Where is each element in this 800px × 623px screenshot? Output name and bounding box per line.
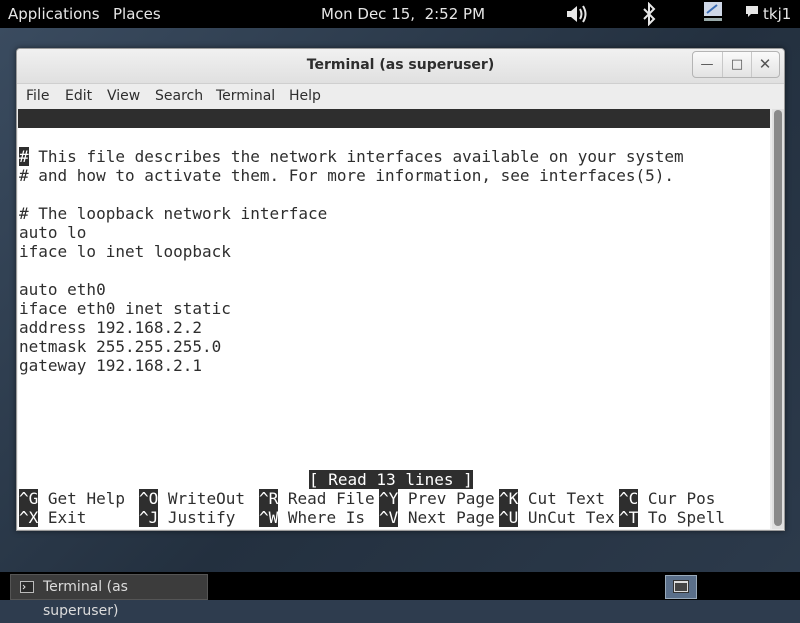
window-controls: — □ ✕	[692, 51, 780, 78]
shortcut-get-help[interactable]: ^G Get Help	[19, 489, 125, 508]
taskbar-item-terminal[interactable]: Terminal (as superuser)	[10, 574, 208, 619]
scrollbar[interactable]	[772, 109, 784, 529]
minimize-button[interactable]: —	[693, 52, 721, 77]
file-line: auto lo	[19, 223, 87, 242]
shortcut-justify[interactable]: ^J Justify	[139, 508, 235, 527]
user-menu[interactable]: tkj1	[763, 5, 791, 23]
places-menu[interactable]: Places	[113, 5, 161, 23]
workspace-window-icon	[673, 580, 689, 593]
menu-terminal[interactable]: Terminal	[216, 88, 275, 104]
file-line: # and how to activate them. For more inf…	[19, 166, 675, 185]
file-line: # The loopback network interface	[19, 204, 328, 223]
file-line: netmask 255.255.255.0	[19, 337, 222, 356]
menu-edit[interactable]: Edit	[65, 88, 92, 104]
network-tool-icon[interactable]	[703, 1, 723, 21]
bottom-panel: Terminal (as superuser)	[0, 572, 800, 619]
status-message: [ Read 13 lines ]	[309, 470, 473, 489]
shortcut-writeout[interactable]: ^O WriteOut	[139, 489, 245, 508]
file-line: iface eth0 inet static	[19, 299, 231, 318]
file-line: # This file describes the network interf…	[19, 147, 684, 166]
shortcut-read-file[interactable]: ^R Read File	[259, 489, 375, 508]
menubar: File Edit View Search Terminal Help	[17, 84, 784, 108]
shortcut-next-page[interactable]: ^V Next Page	[379, 508, 495, 527]
terminal-window: Terminal (as superuser) — □ ✕ File Edit …	[16, 48, 785, 531]
clock[interactable]: Mon Dec 15, 2:52 PM	[321, 5, 485, 23]
applications-menu[interactable]: Applications	[8, 5, 100, 23]
menu-help[interactable]: Help	[289, 88, 321, 104]
file-line: address 192.168.2.2	[19, 318, 203, 337]
window-titlebar[interactable]: Terminal (as superuser) — □ ✕	[17, 49, 784, 84]
window-title: Terminal (as superuser)	[306, 57, 495, 73]
top-panel: Applications Places Mon Dec 15, 2:52 PM …	[0, 0, 800, 28]
text-cursor: #	[19, 147, 29, 166]
file-line: gateway 192.168.2.1	[19, 356, 203, 375]
nano-version: GNU nano 2.2.6	[38, 128, 173, 147]
shortcut-to-spell[interactable]: ^T To Spell	[619, 508, 725, 527]
workspace-switcher[interactable]	[665, 575, 697, 599]
shortcut-prev-page[interactable]: ^Y Prev Page	[379, 489, 495, 508]
chat-icon[interactable]	[745, 5, 759, 23]
close-button[interactable]: ✕	[751, 52, 779, 77]
menu-view[interactable]: View	[107, 88, 140, 104]
taskbar-item-label: Terminal (as superuser)	[43, 579, 128, 619]
scrollbar-thumb[interactable]	[774, 110, 782, 526]
shortcut-exit[interactable]: ^X Exit	[19, 508, 86, 527]
volume-icon[interactable]	[565, 3, 589, 23]
shortcut-uncut-text[interactable]: ^U UnCut Tex	[499, 508, 615, 527]
terminal-content[interactable]: GNU nano 2.2.6 File: /etc/network/interf…	[18, 109, 770, 529]
menu-search[interactable]: Search	[155, 88, 203, 104]
shortcut-cut-text[interactable]: ^K Cut Text	[499, 489, 605, 508]
file-line: auto eth0	[19, 280, 106, 299]
maximize-button[interactable]: □	[722, 52, 752, 77]
file-line: iface lo inet loopback	[19, 242, 231, 261]
menu-file[interactable]: File	[26, 88, 49, 104]
nano-header: GNU nano 2.2.6 File: /etc/network/interf…	[18, 109, 770, 166]
terminal-icon	[20, 581, 34, 593]
bluetooth-icon[interactable]	[642, 1, 656, 27]
shortcut-cur-pos[interactable]: ^C Cur Pos	[619, 489, 715, 508]
shortcut-where-is[interactable]: ^W Where Is	[259, 508, 365, 527]
